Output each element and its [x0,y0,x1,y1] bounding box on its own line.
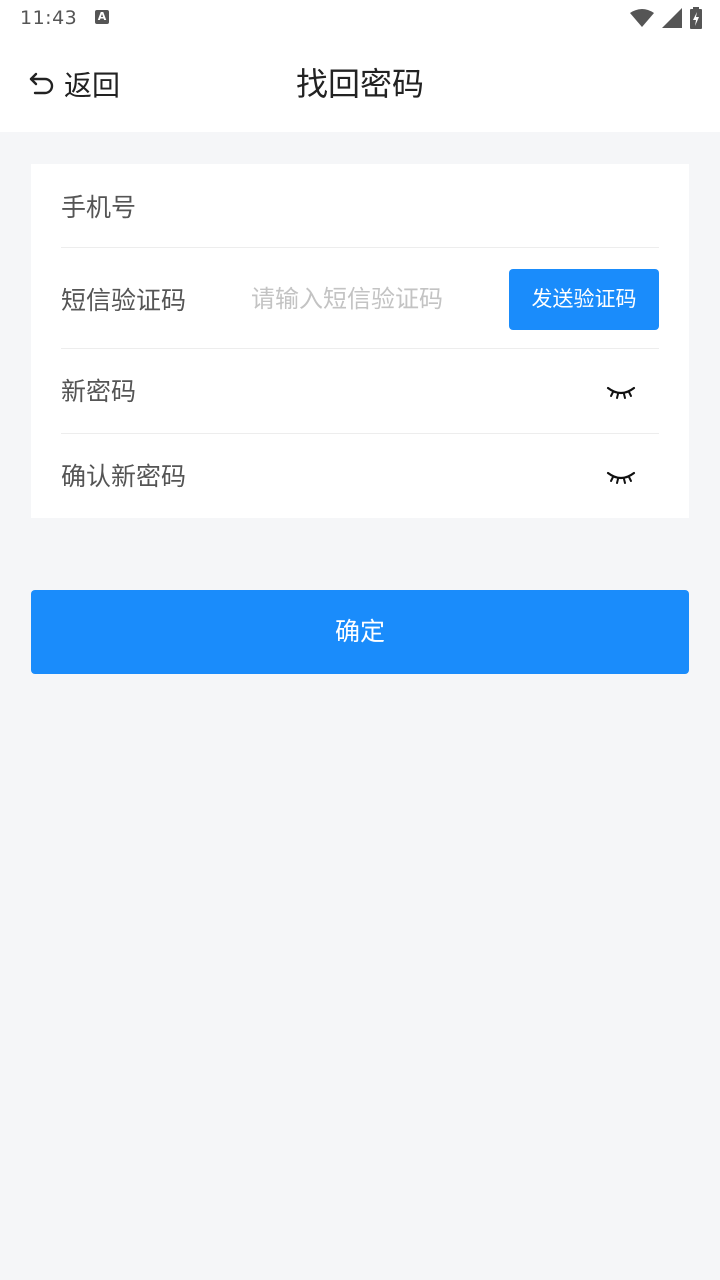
row-divider [61,247,659,248]
sms-code-input[interactable] [251,285,491,313]
wifi-icon [630,9,654,27]
row-divider [61,433,659,434]
new-password-label: 新密码 [61,377,137,406]
eye-closed-icon[interactable] [606,382,636,402]
phone-input[interactable] [251,192,651,220]
battery-charging-icon [690,7,702,29]
page-title: 找回密码 [295,65,424,103]
status-bar: 11:43 A [0,0,720,36]
confirm-password-label: 确认新密码 [61,462,187,491]
a-box-icon: A [95,10,109,24]
reset-password-form: 手机号 短信验证码 发送验证码 新密码 确认新密码 [31,164,689,518]
send-code-button[interactable]: 发送验证码 [509,269,659,330]
new-password-input[interactable] [251,376,571,404]
confirm-password-input[interactable] [251,461,571,489]
status-time: 11:43 [20,7,78,29]
sms-code-row: 短信验证码 [61,277,501,321]
confirm-password-row: 确认新密码 [61,453,581,497]
cellular-signal-icon [662,8,682,28]
sms-code-label: 短信验证码 [61,286,187,315]
new-password-row: 新密码 [61,368,581,412]
status-icons [630,6,702,30]
phone-label: 手机号 [61,193,137,222]
confirm-button[interactable]: 确定 [31,590,689,674]
eye-closed-icon[interactable] [606,467,636,487]
phone-row: 手机号 [61,184,659,228]
nav-bar: 返回 找回密码 [0,36,720,132]
row-divider [61,348,659,349]
